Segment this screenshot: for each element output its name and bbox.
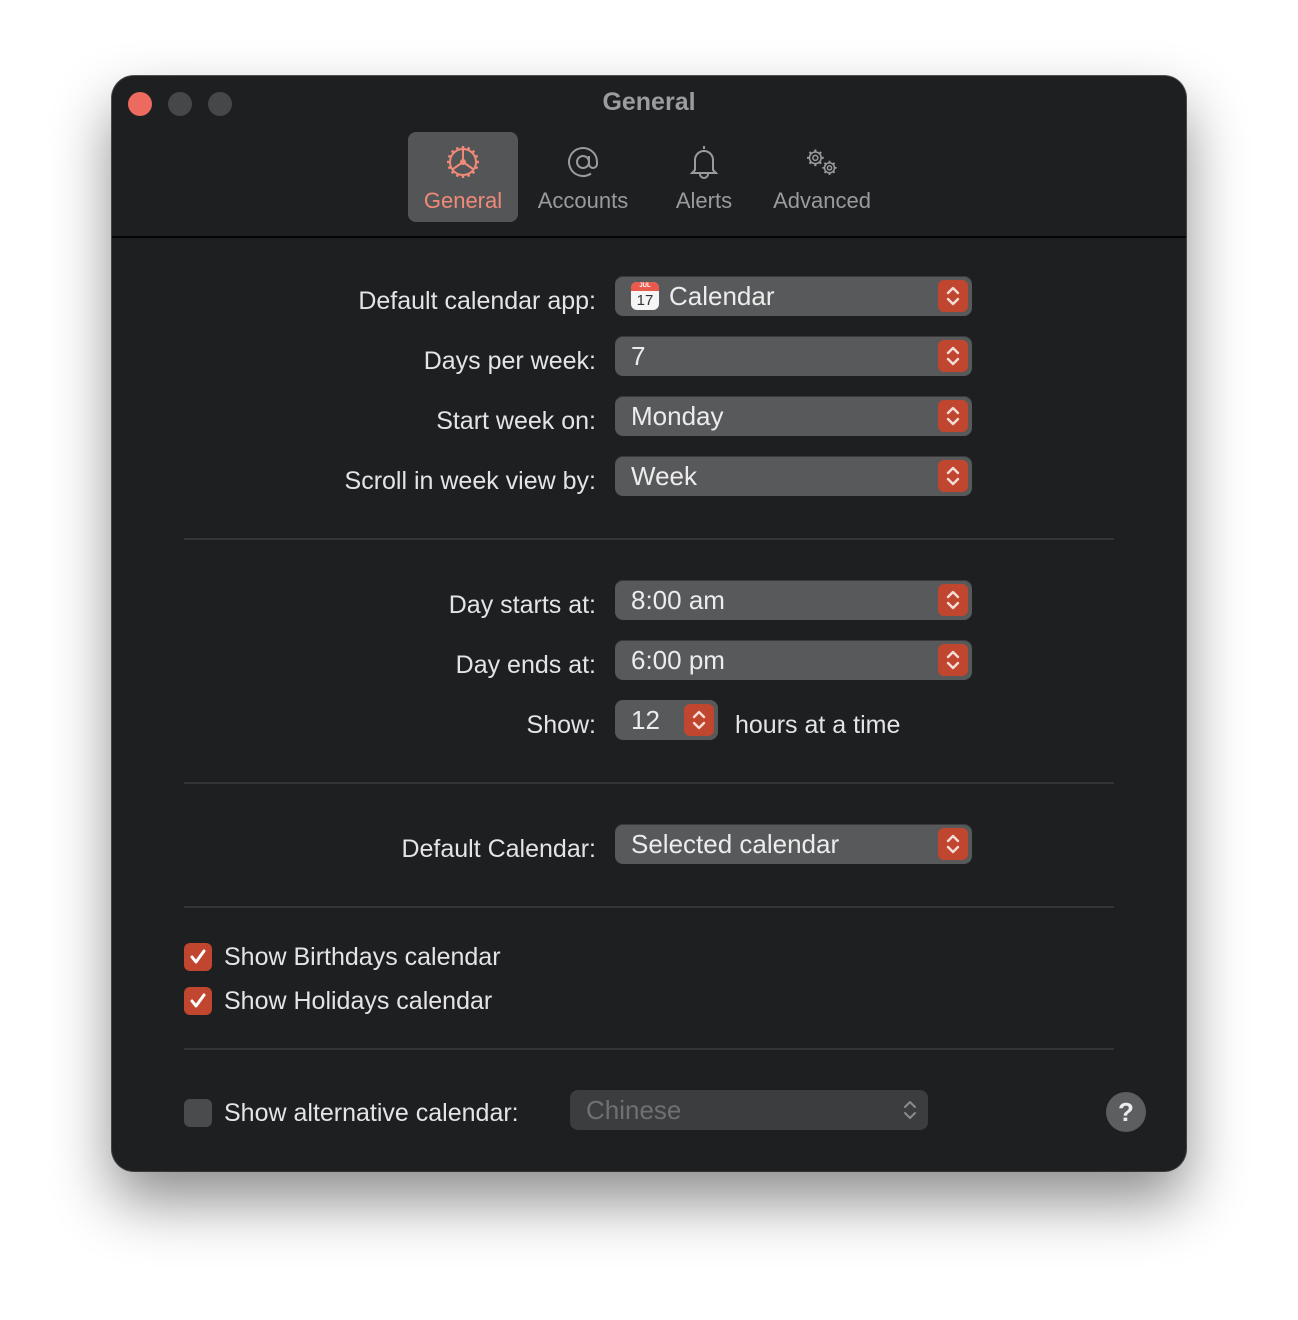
alternative-calendar-value: Chinese — [586, 1095, 682, 1125]
start-week-on-label: Start week on: — [436, 407, 596, 435]
days-per-week-popup[interactable]: 7 — [615, 336, 972, 376]
show-holidays-label[interactable]: Show Holidays calendar — [224, 987, 492, 1016]
section-divider — [184, 538, 1114, 540]
scroll-week-view-row: Scroll in week view by: Week — [112, 456, 1186, 496]
calendar-app-icon: JUL 17 — [631, 282, 659, 311]
day-ends-at-row: Day ends at: 6:00 pm — [112, 640, 1186, 680]
at-icon — [568, 147, 598, 177]
day-starts-at-popup[interactable]: 8:00 am — [615, 580, 972, 620]
show-hours-suffix: hours at a time — [735, 711, 901, 739]
up-down-chevron-icon — [938, 644, 968, 676]
default-calendar-app-value: Calendar — [669, 281, 775, 311]
show-hours-popup[interactable]: 12 — [615, 700, 718, 740]
up-down-chevron-icon — [684, 704, 714, 736]
preferences-window: General General Accounts Alerts Advanced… — [112, 76, 1186, 1171]
show-alternative-label[interactable]: Show alternative calendar: — [224, 1099, 519, 1128]
show-hours-value: 12 — [631, 705, 660, 735]
tab-alerts-label: Alerts — [675, 188, 733, 213]
start-week-on-value: Monday — [631, 401, 724, 431]
day-ends-at-value: 6:00 pm — [631, 645, 725, 675]
days-per-week-value: 7 — [631, 341, 646, 371]
show-birthdays-checkbox[interactable] — [184, 943, 212, 971]
section-divider — [184, 1048, 1114, 1050]
default-calendar-value: Selected calendar — [631, 829, 840, 859]
day-starts-at-value: 8:00 am — [631, 585, 725, 615]
checkmark-icon — [190, 993, 206, 1008]
tab-advanced-label: Advanced — [773, 188, 871, 213]
days-per-week-label: Days per week: — [423, 347, 596, 375]
tab-general[interactable]: General — [408, 132, 518, 222]
window-title: General — [602, 88, 696, 116]
show-holidays-checkbox[interactable] — [184, 987, 212, 1015]
start-week-on-popup[interactable]: Monday — [615, 396, 972, 436]
up-down-chevron-icon — [938, 460, 968, 492]
scroll-week-view-label: Scroll in week view by: — [344, 467, 596, 495]
show-hours-row: Show: 12 hours at a time — [112, 700, 1186, 740]
section-divider — [184, 906, 1114, 908]
preferences-tabs: General Accounts Alerts Advanced — [408, 132, 884, 222]
tab-general-label: General — [423, 188, 503, 213]
default-calendar-app-popup[interactable]: JUL 17 Calendar — [615, 276, 972, 316]
default-calendar-popup[interactable]: Selected calendar — [615, 824, 972, 864]
gear-icon — [447, 146, 479, 178]
default-calendar-label: Default Calendar: — [401, 835, 596, 863]
default-calendar-app-row: Default calendar app: JUL 17 Calendar — [112, 276, 1186, 316]
up-down-chevron-icon — [938, 340, 968, 372]
alternative-calendar-popup: Chinese — [570, 1090, 928, 1130]
show-alternative-checkbox[interactable] — [184, 1099, 212, 1127]
start-week-on-row: Start week on: Monday — [112, 396, 1186, 436]
up-down-chevron-icon — [938, 400, 968, 432]
up-down-chevron-icon — [938, 584, 968, 616]
section-divider — [184, 782, 1114, 784]
day-starts-at-label: Day starts at: — [448, 591, 596, 619]
show-birthdays-label[interactable]: Show Birthdays calendar — [224, 943, 501, 972]
show-birthdays-row: Show Birthdays calendar — [184, 942, 501, 972]
up-down-chevron-icon — [904, 1101, 916, 1119]
tab-advanced[interactable]: Advanced — [760, 132, 884, 222]
gears-icon — [807, 149, 837, 175]
up-down-chevron-icon — [938, 828, 968, 860]
bell-icon — [689, 146, 719, 179]
show-alternative-row: Show alternative calendar: — [184, 1098, 519, 1128]
default-calendar-app-label: Default calendar app: — [358, 287, 596, 315]
help-button[interactable]: ? — [1106, 1092, 1146, 1132]
tab-alerts[interactable]: Alerts — [648, 132, 760, 222]
calendar-icon-month: JUL — [631, 282, 659, 292]
calendar-icon-day: 17 — [636, 292, 654, 310]
show-hours-label: Show: — [526, 711, 596, 739]
show-holidays-row: Show Holidays calendar — [184, 986, 492, 1016]
tab-accounts[interactable]: Accounts — [518, 132, 648, 222]
day-ends-at-label: Day ends at: — [455, 651, 596, 679]
up-down-chevron-icon — [938, 280, 968, 312]
checkmark-icon — [190, 949, 206, 964]
day-ends-at-popup[interactable]: 6:00 pm — [615, 640, 972, 680]
default-calendar-row: Default Calendar: Selected calendar — [112, 824, 1186, 864]
days-per-week-row: Days per week: 7 — [112, 336, 1186, 376]
day-starts-at-row: Day starts at: 8:00 am — [112, 580, 1186, 620]
tab-accounts-label: Accounts — [537, 188, 629, 213]
scroll-week-view-value: Week — [631, 461, 697, 491]
toolbar: General General Accounts Alerts Advanced — [112, 76, 1186, 238]
scroll-week-view-popup[interactable]: Week — [615, 456, 972, 496]
